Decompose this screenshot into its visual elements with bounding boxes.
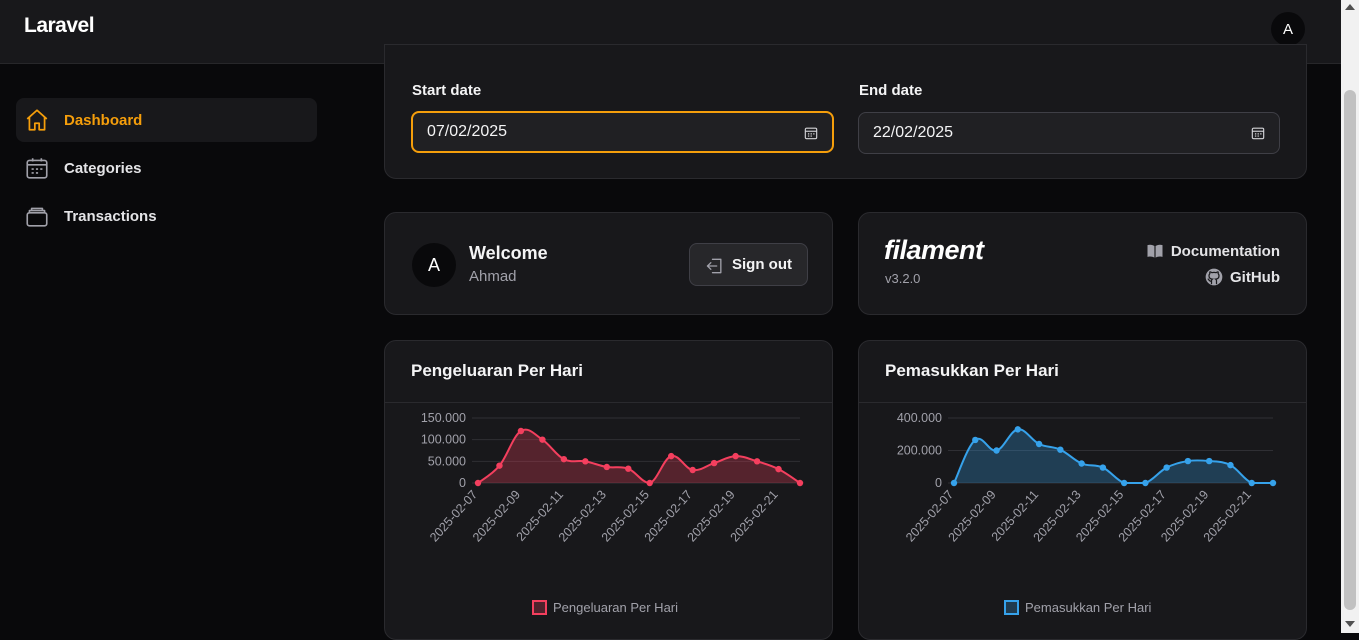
sidebar-item-categories[interactable]: Categories <box>16 146 317 190</box>
data-point[interactable] <box>1057 446 1064 453</box>
scroll-thumb[interactable] <box>1344 90 1356 610</box>
data-point[interactable] <box>1078 460 1085 467</box>
y-tick-label: 0 <box>935 476 942 490</box>
legend-swatch[interactable] <box>532 600 547 615</box>
chart-title: Pemasukkan Per Hari <box>885 361 1059 380</box>
home-icon <box>26 109 48 131</box>
data-point[interactable] <box>710 459 718 467</box>
data-point[interactable] <box>539 436 546 443</box>
data-point[interactable] <box>732 452 739 460</box>
end-date-label: End date <box>859 82 923 99</box>
github-icon <box>1205 268 1223 286</box>
user-avatar: A <box>412 243 456 287</box>
data-point[interactable] <box>517 427 525 435</box>
y-tick-label: 100.000 <box>421 433 466 447</box>
data-point[interactable] <box>972 436 979 444</box>
data-point[interactable] <box>496 462 503 469</box>
data-point[interactable] <box>753 458 761 465</box>
date-filter-card: Start date 07/02/2025 End date 22/02/202… <box>384 44 1307 179</box>
data-point[interactable] <box>474 479 482 487</box>
data-point[interactable] <box>1035 440 1043 448</box>
legend-label[interactable]: Pemasukkan Per Hari <box>1025 600 1152 615</box>
expense-chart-card: Pengeluaran Per Hari 0 50.000 100.000 150.0… <box>384 340 833 640</box>
documentation-link[interactable]: Documentation <box>1145 241 1280 261</box>
data-point[interactable] <box>1120 479 1128 487</box>
chart-header: Pengeluaran Per Hari <box>385 341 832 403</box>
sidebar: Dashboard Categories Transactions <box>0 64 340 633</box>
legend-label[interactable]: Pengeluaran Per Hari <box>553 600 678 615</box>
scroll-down-arrow[interactable] <box>1345 621 1355 627</box>
data-point[interactable] <box>1206 457 1213 465</box>
end-date-value: 22/02/2025 <box>873 124 954 141</box>
start-date-input[interactable]: 07/02/2025 <box>411 111 834 153</box>
income-chart-card: Pemasukkan Per Hari 0 200.000 400.000 2025-… <box>858 340 1307 640</box>
filament-info-card: filament v3.2.0 Documentation GitHub <box>858 212 1307 315</box>
data-point[interactable] <box>1099 464 1107 471</box>
start-date-value: 07/02/2025 <box>427 123 508 140</box>
sidebar-item-transactions[interactable]: Transactions <box>16 194 317 238</box>
y-tick-label: 400.000 <box>897 411 942 425</box>
data-point[interactable] <box>1184 457 1192 465</box>
data-point[interactable] <box>1163 464 1170 471</box>
filament-logo: filament <box>884 235 984 265</box>
sidebar-item-label: Dashboard <box>64 111 143 129</box>
calendar-icon <box>26 158 48 179</box>
data-point[interactable] <box>1248 479 1255 487</box>
data-point[interactable] <box>1227 461 1234 469</box>
chart-header: Pemasukkan Per Hari <box>859 341 1306 403</box>
data-point[interactable] <box>993 447 1000 454</box>
legend-swatch[interactable] <box>1004 600 1019 615</box>
y-tick-label: 200.000 <box>897 444 942 458</box>
data-point[interactable] <box>625 465 632 472</box>
user-avatar[interactable]: A <box>1271 12 1305 46</box>
brand-logo[interactable]: Laravel <box>24 14 95 38</box>
data-point[interactable] <box>646 479 653 487</box>
book-icon <box>1147 244 1163 258</box>
wallet-icon <box>26 207 48 227</box>
data-point[interactable] <box>775 465 782 473</box>
income-chart: 0200.000400.0002025-02-072025-02-092025-… <box>897 411 1277 615</box>
welcome-title: Welcome <box>469 243 548 263</box>
expense-chart: 050.000100.000150.0002025-02-072025-02-0… <box>421 411 804 615</box>
calendar-icon[interactable] <box>804 126 818 140</box>
github-label: GitHub <box>1230 268 1280 286</box>
data-point[interactable] <box>603 463 610 471</box>
data-point[interactable] <box>668 452 675 460</box>
sidebar-item-dashboard[interactable]: Dashboard <box>16 98 317 142</box>
documentation-label: Documentation <box>1170 242 1280 260</box>
github-link[interactable]: GitHub <box>1204 267 1280 287</box>
sign-out-button[interactable]: Sign out <box>689 243 808 286</box>
scroll-up-arrow[interactable] <box>1345 4 1355 10</box>
data-point[interactable] <box>796 479 804 487</box>
filament-version: v3.2.0 <box>885 271 921 286</box>
end-date-input[interactable]: 22/02/2025 <box>858 112 1280 154</box>
series-area <box>478 429 800 483</box>
chart-title: Pengeluaran Per Hari <box>411 361 583 380</box>
y-tick-label: 50.000 <box>428 454 466 468</box>
scrollbar[interactable] <box>1341 0 1359 633</box>
data-point[interactable] <box>950 479 958 487</box>
start-date-label: Start date <box>412 82 482 99</box>
sidebar-item-label: Categories <box>64 159 142 177</box>
data-point[interactable] <box>1269 479 1277 487</box>
calendar-icon[interactable] <box>1251 126 1265 140</box>
welcome-card: A Welcome Ahmad Sign out <box>384 212 833 315</box>
data-point[interactable] <box>1142 479 1149 487</box>
sign-out-label: Sign out <box>732 256 792 273</box>
y-tick-label: 150.000 <box>421 411 466 425</box>
data-point[interactable] <box>689 466 696 474</box>
sign-out-icon <box>706 258 722 274</box>
user-name: Ahmad <box>469 268 517 285</box>
y-tick-label: 0 <box>459 476 466 490</box>
sidebar-item-label: Transactions <box>64 207 157 225</box>
data-point[interactable] <box>582 458 589 465</box>
data-point[interactable] <box>1014 426 1021 433</box>
data-point[interactable] <box>560 455 568 463</box>
